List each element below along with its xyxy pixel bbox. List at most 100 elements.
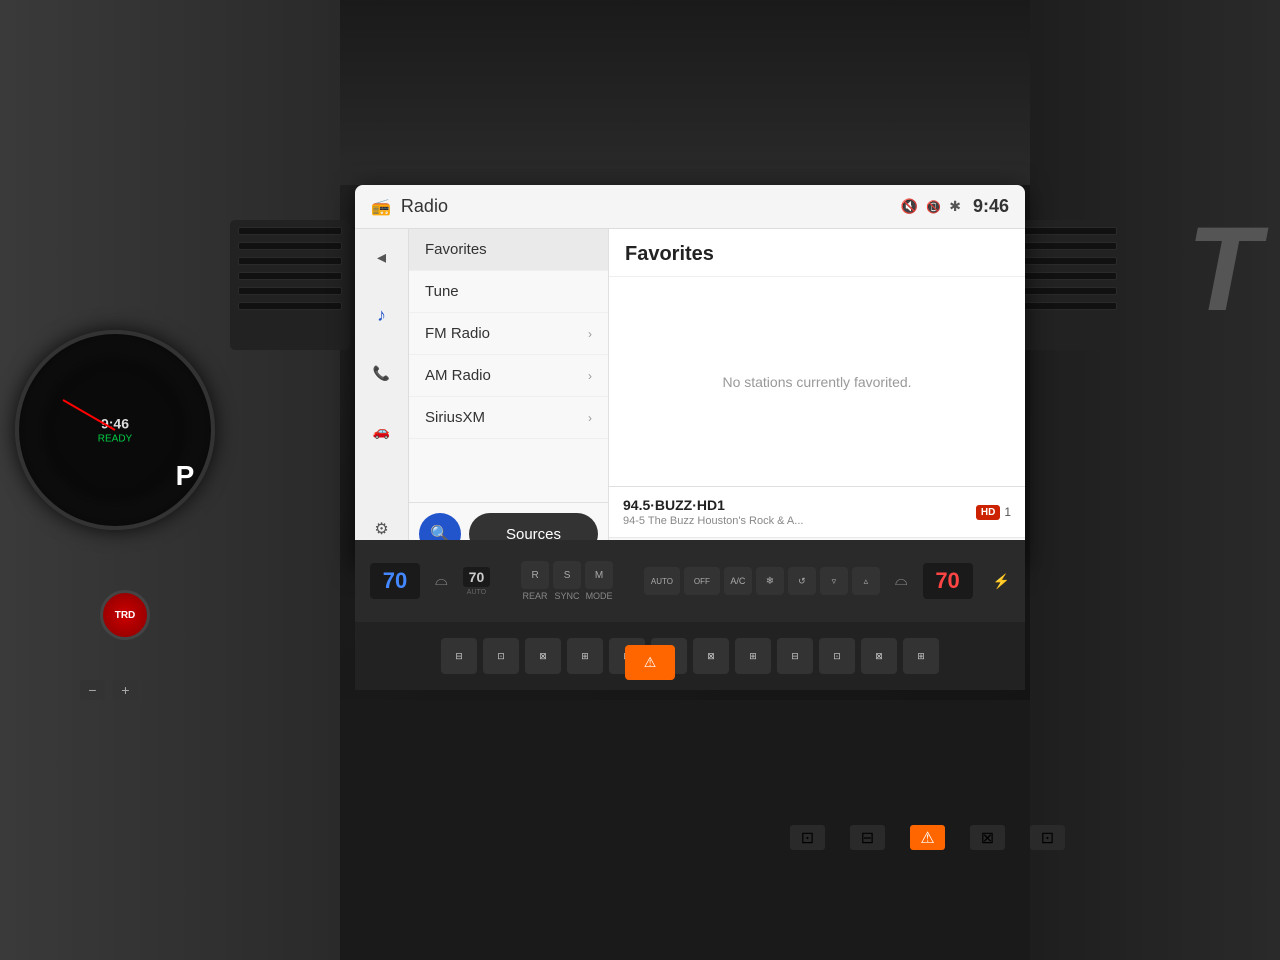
- am-radio-arrow: ›: [588, 369, 592, 383]
- menu-siriusxm[interactable]: SiriusXM ›: [409, 397, 608, 439]
- vent-slat: [238, 287, 342, 295]
- status-icons: 🔇 📵 ✱: [901, 198, 961, 215]
- ctrl-btn-1[interactable]: ⊟: [441, 638, 477, 674]
- ctrl-btn-12[interactable]: ⊞: [903, 638, 939, 674]
- fan-down-button[interactable]: ▿: [820, 567, 848, 595]
- content-panel: Favorites No stations currently favorite…: [609, 229, 1025, 565]
- hazard-button[interactable]: ⚠: [625, 645, 675, 680]
- header-right: 🔇 📵 ✱ 9:46: [901, 196, 1009, 217]
- bluetooth-icon: ✱: [949, 198, 961, 215]
- nav-vehicle[interactable]: 🚗: [362, 411, 402, 451]
- ctrl-btn-2[interactable]: ⊡: [483, 638, 519, 674]
- menu-tune[interactable]: Tune: [409, 271, 608, 313]
- vent-slat: [1013, 302, 1117, 310]
- station-description: 94-5 The Buzz Houston's Rock & A...: [623, 515, 803, 527]
- nav-navigation[interactable]: ◂: [362, 237, 402, 277]
- now-playing-info: 94.5·BUZZ·HD1 94-5 The Buzz Houston's Ro…: [623, 497, 803, 527]
- fan-up-button[interactable]: ▵: [852, 567, 880, 595]
- gear-indicator: P: [155, 460, 215, 492]
- vent-slat: [238, 302, 342, 310]
- left-vent-outer: [230, 220, 350, 350]
- header-title: Radio: [401, 196, 448, 217]
- ctrl-btn-8[interactable]: ⊞: [735, 638, 771, 674]
- warning-icon-2: ⊟: [850, 825, 885, 850]
- mute-icon: 🔇: [901, 198, 918, 215]
- sync-button[interactable]: S: [553, 561, 581, 589]
- content-title: Favorites: [625, 243, 1009, 266]
- left-instrument-panel: 9:46 READY P TRD − +: [0, 0, 340, 960]
- menu-panel: Favorites Tune FM Radio › AM Radio › Sir…: [409, 229, 609, 565]
- vent-slat: [1013, 227, 1117, 235]
- warning-icons-row: ⊡ ⊟ ⚠ ⊠ ⊡: [790, 825, 1065, 850]
- nav-sidebar: ◂ ♪ 📞 🚗 ⚙: [355, 229, 409, 565]
- defrost-button[interactable]: ❄: [756, 567, 784, 595]
- warning-icon-5: ⊡: [1030, 825, 1065, 850]
- vent-slat: [238, 242, 342, 250]
- menu-fm-radio[interactable]: FM Radio ›: [409, 313, 608, 355]
- auto-climate-button[interactable]: AUTO: [644, 567, 680, 595]
- rear-button[interactable]: R: [521, 561, 549, 589]
- now-playing-bar[interactable]: 94.5·BUZZ·HD1 94-5 The Buzz Houston's Ro…: [609, 486, 1025, 537]
- clock-display: 9:46: [973, 196, 1009, 217]
- header-left: 📻 Radio: [371, 196, 448, 217]
- trd-button[interactable]: TRD: [100, 590, 150, 640]
- lower-dash: ⊡ ⊟ ⚠ ⊠ ⊡: [340, 700, 1030, 960]
- vent-slat: [1013, 272, 1117, 280]
- climate-bar: 70 ⌓ 70 AUTO R REAR S SYNC M MODE AUTO O…: [355, 540, 1025, 622]
- plus-button[interactable]: +: [113, 680, 138, 700]
- usb-icon: ⚡: [993, 573, 1010, 590]
- right-temp-display: 70: [923, 563, 973, 599]
- instrument-cluster: 9:46 READY: [15, 330, 215, 530]
- gear-letter: P: [155, 460, 215, 492]
- recirculate-button[interactable]: ↺: [788, 567, 816, 595]
- warning-icon-3: ⚠: [910, 825, 945, 850]
- hd-badge: HD 1: [976, 505, 1011, 520]
- ctrl-btn-3[interactable]: ⊠: [525, 638, 561, 674]
- screen-body: ◂ ♪ 📞 🚗 ⚙ Favorites Tune FM Radio › AM R…: [355, 229, 1025, 565]
- menu-am-radio[interactable]: AM Radio ›: [409, 355, 608, 397]
- ctrl-btn-10[interactable]: ⊡: [819, 638, 855, 674]
- screen-header: 📻 Radio 🔇 📵 ✱ 9:46: [355, 185, 1025, 229]
- control-buttons-row: ⊟ ⊡ ⊠ ⊞ ⊟ ⊡ ⊠ ⊞ ⊟ ⊡ ⊠ ⊞: [355, 622, 1025, 690]
- vent-slat: [238, 272, 342, 280]
- toyota-t-logo: T: [1187, 200, 1260, 338]
- fm-radio-arrow: ›: [588, 327, 592, 341]
- warning-icon-4: ⊠: [970, 825, 1005, 850]
- warning-icon-1: ⊡: [790, 825, 825, 850]
- siriusxm-arrow: ›: [588, 411, 592, 425]
- vent-slat: [1013, 287, 1117, 295]
- station-name: 94.5·BUZZ·HD1: [623, 497, 803, 513]
- rear-sync-area: 70 AUTO: [463, 567, 491, 596]
- ctrl-btn-9[interactable]: ⊟: [777, 638, 813, 674]
- hd-icon: HD: [976, 505, 1000, 520]
- ctrl-btn-11[interactable]: ⊠: [861, 638, 897, 674]
- cluster-ready: READY: [98, 434, 132, 445]
- nav-music[interactable]: ♪: [362, 295, 402, 335]
- empty-message: No stations currently favorited.: [722, 374, 911, 390]
- right-fan-icon: ⌓: [895, 572, 908, 590]
- ac-button[interactable]: A/C: [724, 567, 752, 595]
- auto-label: AUTO: [463, 589, 491, 596]
- radio-header-icon: 📻: [371, 197, 391, 217]
- hd-number: 1: [1004, 505, 1011, 519]
- signal-icon: 📵: [926, 200, 941, 214]
- vent-slat: [238, 227, 342, 235]
- content-body: No stations currently favorited.: [609, 277, 1025, 486]
- minus-button[interactable]: −: [80, 680, 105, 700]
- vent-slat: [1013, 242, 1117, 250]
- off-button[interactable]: OFF: [684, 567, 720, 595]
- mode-button[interactable]: M: [585, 561, 613, 589]
- infotainment-screen: 📻 Radio 🔇 📵 ✱ 9:46 ◂ ♪ 📞 🚗 ⚙ Favorites: [355, 185, 1025, 565]
- ac-buttons: AUTO OFF A/C ❄ ↺ ▿ ▵: [644, 567, 880, 595]
- ctrl-btn-4[interactable]: ⊞: [567, 638, 603, 674]
- tachometer-center: 9:46 READY: [98, 416, 132, 445]
- content-header: Favorites: [609, 229, 1025, 277]
- menu-favorites[interactable]: Favorites: [409, 229, 608, 271]
- fan-icon: ⌓: [435, 572, 448, 590]
- left-temp-display: 70: [370, 563, 420, 599]
- vent-slat: [238, 257, 342, 265]
- hazard-icon: ⚠: [644, 654, 657, 671]
- nav-phone[interactable]: 📞: [362, 353, 402, 393]
- right-panel: T: [1030, 0, 1280, 960]
- ctrl-btn-7[interactable]: ⊠: [693, 638, 729, 674]
